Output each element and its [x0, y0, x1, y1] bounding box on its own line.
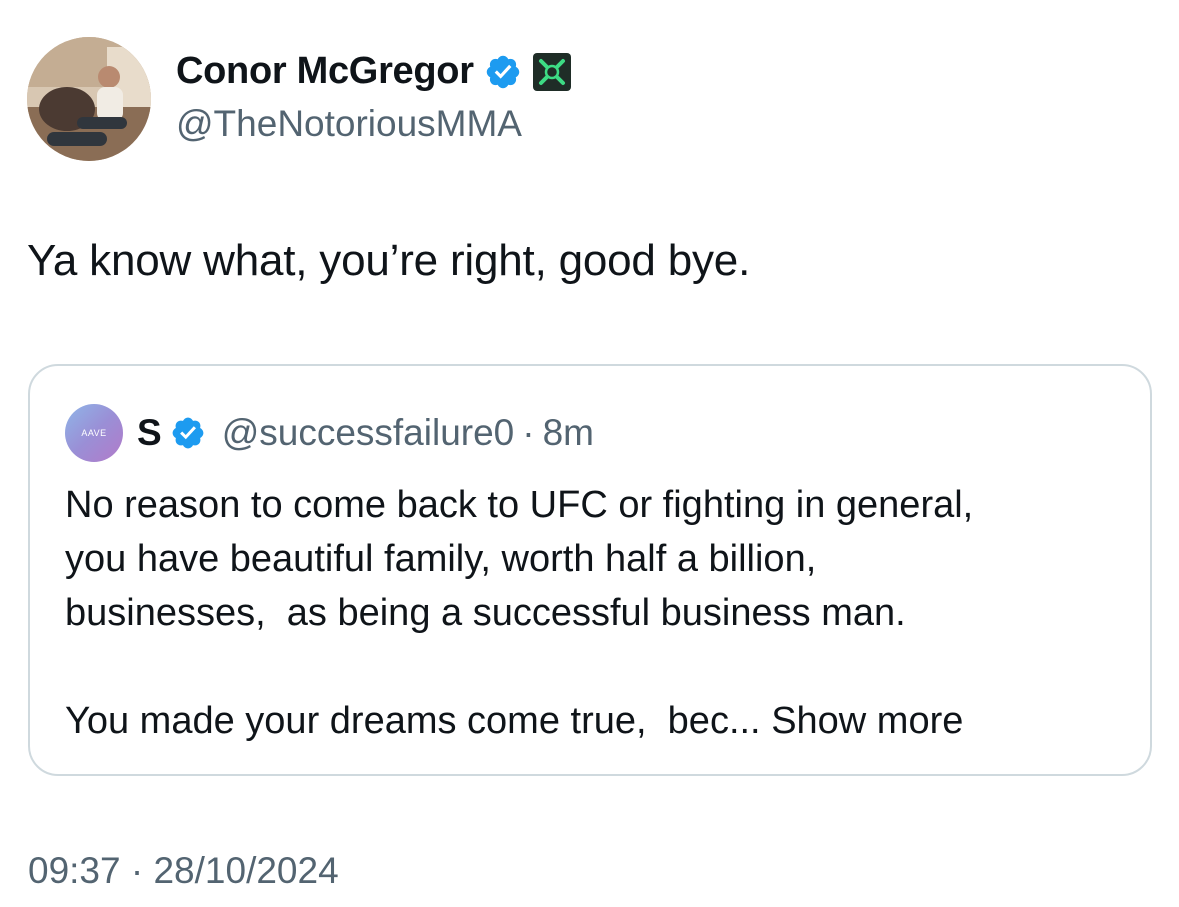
author-name[interactable]: Conor McGregor	[176, 50, 474, 93]
quoted-verified-badge-icon	[172, 417, 204, 449]
quoted-text-line: businesses, as being a successful busine…	[65, 592, 906, 634]
timestamp-separator: ·	[130, 850, 144, 891]
quoted-tweet-card[interactable]: AAVE S @successfailure0 · 8m No reason t…	[28, 364, 1152, 776]
tweet-text: Ya know what, you’re right, good bye.	[27, 236, 751, 285]
quoted-author-name[interactable]: S	[137, 412, 162, 454]
author-avatar[interactable]	[27, 37, 151, 161]
quoted-separator: ·	[522, 412, 535, 453]
quoted-text-line: No reason to come back to UFC or fightin…	[65, 484, 974, 526]
tweet-date: 28/10/2024	[153, 850, 339, 891]
show-more-link[interactable]: Show more	[771, 700, 963, 742]
verified-badge-icon	[486, 55, 519, 88]
affiliation-badge-icon[interactable]	[532, 52, 572, 92]
quoted-author-handle[interactable]: @successfailure0	[222, 412, 515, 454]
tweet-timestamp[interactable]: 09:37 · 28/10/2024	[28, 850, 339, 892]
quoted-avatar[interactable]: AAVE	[65, 404, 123, 462]
quoted-text-line: you have beautiful family, worth half a …	[65, 538, 817, 580]
quoted-text-last-line: You made your dreams come true, bec... S…	[65, 694, 1125, 748]
tweet-time: 09:37	[28, 850, 121, 891]
author-name-row: Conor McGregor	[176, 50, 572, 93]
quoted-text-truncated: You made your dreams come true, bec...	[65, 700, 761, 742]
author-handle[interactable]: @TheNotoriousMMA	[176, 103, 522, 145]
tweet: Conor McGregor @TheNotoriousMMA Ya know …	[0, 0, 1179, 907]
quoted-avatar-text: AAVE	[81, 428, 107, 438]
quoted-timestamp[interactable]: 8m	[543, 412, 594, 454]
quoted-tweet-header: AAVE S @successfailure0 · 8m	[65, 404, 594, 462]
quoted-tweet-text: No reason to come back to UFC or fightin…	[65, 478, 1125, 748]
